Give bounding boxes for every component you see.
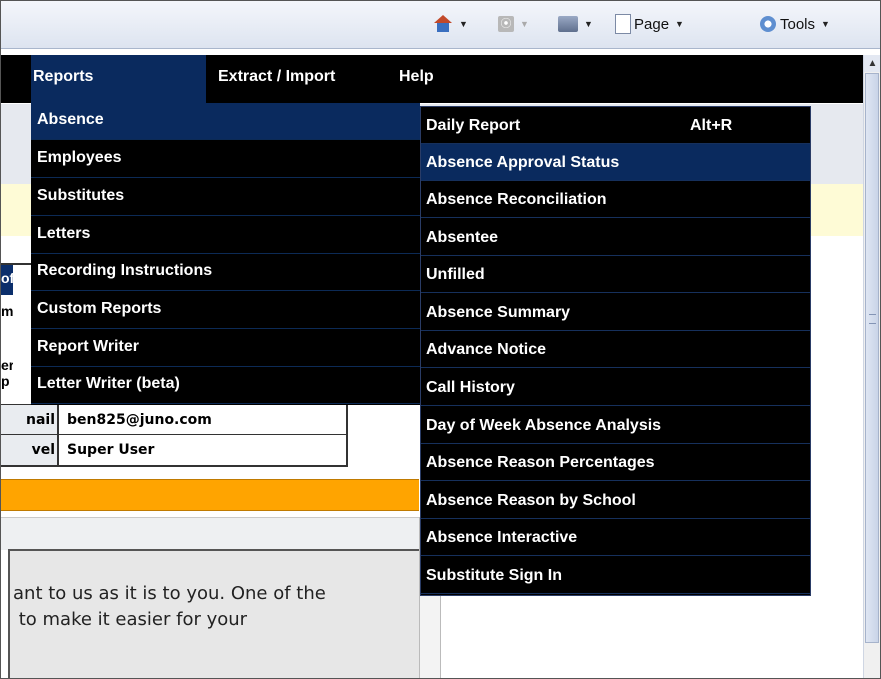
- submenu-item-absence-reconciliation[interactable]: Absence Reconciliation: [421, 181, 810, 218]
- browser-command-bar: ▼ ⦿ ▼ ▼ Page ▼ Tools ▼: [1, 1, 880, 49]
- access-level-value: Super User: [67, 442, 155, 458]
- main-menubar: Reports Extract / Import Help: [1, 55, 863, 103]
- tools-menu-button[interactable]: Tools ▼: [760, 13, 830, 35]
- scrollbar-thumb[interactable]: [865, 73, 879, 643]
- submenu-item-daily-report[interactable]: Daily Report Alt+R: [421, 107, 810, 144]
- submenu-item-label: Daily Report: [426, 117, 521, 134]
- page-menu-button[interactable]: Page ▼: [615, 13, 684, 35]
- page-icon: [615, 14, 631, 34]
- submenu-item-absence-interactive[interactable]: Absence Interactive: [421, 519, 810, 556]
- menu-reports[interactable]: Reports: [31, 55, 206, 103]
- feeds-button[interactable]: ⦿ ▼: [498, 13, 529, 35]
- print-button[interactable]: ▼: [558, 13, 593, 35]
- printer-icon: [558, 16, 578, 32]
- submenu-item-absentee[interactable]: Absentee: [421, 219, 810, 256]
- table-row: nail ben825@juno.com: [1, 404, 346, 435]
- submenu-item-absence-reason-percentages[interactable]: Absence Reason Percentages: [421, 444, 810, 481]
- submenu-item-day-of-week-analysis[interactable]: Day of Week Absence Analysis: [421, 407, 810, 444]
- submenu-item-unfilled[interactable]: Unfilled: [421, 256, 810, 293]
- scroll-up-arrow-icon[interactable]: ▲: [864, 55, 880, 72]
- home-icon: [433, 15, 453, 33]
- home-button[interactable]: ▼: [433, 13, 468, 35]
- profile-label-fragment: er: [1, 357, 13, 373]
- submenu-item-absence-summary[interactable]: Absence Summary: [421, 294, 810, 331]
- table-row: vel Super User: [1, 434, 346, 465]
- reports-item-letters[interactable]: Letters: [31, 217, 420, 254]
- section-divider-bar: [1, 479, 419, 511]
- browser-window: ▼ ⦿ ▼ ▼ Page ▼ Tools ▼ of m er p nail be…: [0, 0, 881, 679]
- profile-label-fragment: p: [1, 373, 10, 389]
- section-header: [1, 517, 419, 550]
- submenu-item-absence-approval-status[interactable]: Absence Approval Status: [421, 144, 810, 181]
- message-line: to make it easier for your: [13, 609, 248, 630]
- menu-help[interactable]: Help: [399, 55, 434, 103]
- print-dropdown-arrow[interactable]: ▼: [584, 19, 593, 29]
- reports-item-letter-writer[interactable]: Letter Writer (beta): [31, 367, 420, 404]
- profile-label-fragment: m: [1, 303, 13, 319]
- submenu-item-call-history[interactable]: Call History: [421, 369, 810, 406]
- page-dropdown-arrow: ▼: [675, 19, 684, 29]
- reports-item-absence[interactable]: Absence: [31, 103, 420, 140]
- gear-icon: [760, 16, 776, 32]
- home-dropdown-arrow[interactable]: ▼: [459, 19, 468, 29]
- submenu-item-advance-notice[interactable]: Advance Notice: [421, 331, 810, 368]
- tools-menu-label: Tools: [780, 15, 816, 33]
- reports-dropdown: Absence Employees Substitutes Letters Re…: [31, 103, 420, 405]
- reports-item-custom-reports[interactable]: Custom Reports: [31, 292, 420, 329]
- email-value: ben825@juno.com: [67, 412, 212, 428]
- profile-table-header: of: [1, 265, 13, 295]
- reports-item-substitutes[interactable]: Substitutes: [31, 179, 420, 216]
- menu-extract-import[interactable]: Extract / Import: [218, 55, 335, 103]
- tools-dropdown-arrow: ▼: [821, 19, 830, 29]
- submenu-item-substitute-sign-in[interactable]: Substitute Sign In: [421, 557, 810, 594]
- absence-submenu: Daily Report Alt+R Absence Approval Stat…: [420, 106, 811, 596]
- reports-item-employees[interactable]: Employees: [31, 141, 420, 178]
- reports-item-report-writer[interactable]: Report Writer: [31, 330, 420, 367]
- feeds-dropdown-arrow[interactable]: ▼: [520, 19, 529, 29]
- message-panel: ant to us as it is to you. One of the to…: [8, 549, 419, 678]
- submenu-item-absence-reason-by-school[interactable]: Absence Reason by School: [421, 482, 810, 519]
- message-text: ant to us as it is to you. One of the to…: [13, 581, 326, 633]
- rss-feed-icon: ⦿: [498, 16, 514, 32]
- access-level-label: vel: [1, 435, 59, 465]
- email-label: nail: [1, 405, 59, 435]
- message-line: ant to us as it is to you. One of the: [13, 583, 326, 604]
- scrollbar-grip: [869, 314, 876, 324]
- keyboard-shortcut: Alt+R: [690, 117, 733, 134]
- vertical-scrollbar[interactable]: ▲: [863, 55, 880, 678]
- page-menu-label: Page: [634, 15, 670, 33]
- reports-item-recording-instructions[interactable]: Recording Instructions: [31, 254, 420, 291]
